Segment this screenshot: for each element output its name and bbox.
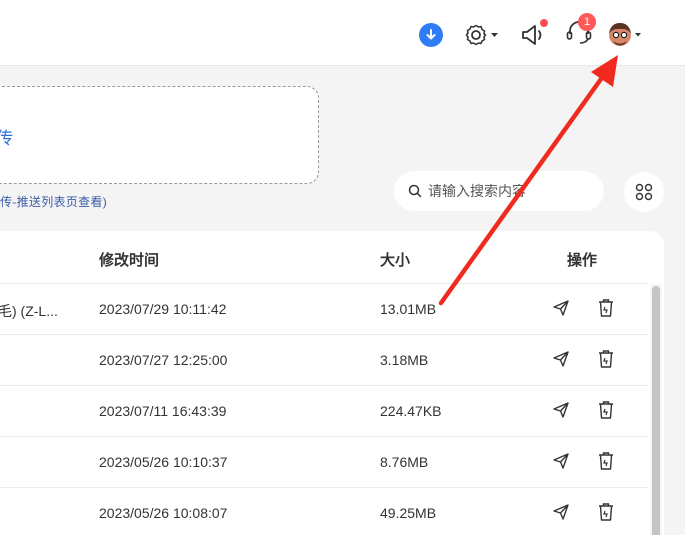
top-bar — [0, 0, 685, 66]
column-header-size[interactable]: 大小 — [380, 249, 410, 270]
modified-time: 2023/05/26 10:08:07 — [99, 505, 228, 521]
send-icon[interactable] — [550, 399, 572, 421]
download-icon[interactable] — [419, 23, 443, 47]
file-size: 3.18MB — [380, 352, 429, 368]
modified-time: 2023/07/29 10:11:42 — [99, 301, 227, 317]
column-header-actions: 操作 — [567, 252, 598, 269]
table-row[interactable]: 毛) (Z-L... 2023/07/29 10:11:42 13.01MB — [0, 284, 648, 335]
gear-icon — [465, 24, 498, 46]
avatar — [609, 23, 631, 46]
file-size: 224.47KB — [380, 403, 442, 419]
upload-dropzone[interactable] — [0, 86, 319, 184]
file-name[interactable]: 毛) (Z-L... — [0, 301, 58, 321]
grid-icon — [635, 183, 653, 201]
chevron-down-icon — [491, 33, 498, 37]
file-size: 8.76MB — [380, 454, 429, 470]
send-icon[interactable] — [550, 450, 572, 472]
grid-view-button[interactable] — [624, 172, 664, 212]
modified-time: 2023/07/11 16:43:39 — [99, 403, 227, 419]
scrollbar-thumb[interactable] — [652, 286, 660, 535]
file-size: 13.01MB — [380, 301, 437, 317]
delete-icon[interactable] — [595, 501, 617, 523]
file-size: 49.25MB — [380, 505, 437, 521]
search-input[interactable] — [428, 183, 598, 199]
upload-label[interactable]: 传 — [0, 124, 13, 149]
delete-icon[interactable] — [595, 348, 617, 370]
modified-time: 2023/07/27 12:25:00 — [99, 352, 228, 368]
send-icon[interactable] — [550, 348, 572, 370]
delete-icon[interactable] — [595, 297, 617, 319]
delete-icon[interactable] — [595, 450, 617, 472]
table-row[interactable]: 2023/07/11 16:43:39 224.47KB — [0, 386, 648, 437]
upload-hint: 传-推送列表页查看) — [0, 195, 107, 209]
search-icon — [408, 184, 422, 198]
notice-dot — [540, 19, 548, 27]
avatar-dropdown[interactable] — [606, 20, 646, 50]
table-row[interactable]: 2023/07/27 12:25:00 3.18MB — [0, 335, 648, 386]
chevron-down-icon — [635, 33, 641, 37]
settings-dropdown[interactable] — [464, 22, 500, 48]
table-row[interactable]: 2023/05/26 10:10:37 8.76MB — [0, 437, 648, 488]
search-box[interactable] — [394, 171, 604, 211]
table-row[interactable]: 2023/05/26 10:08:07 49.25MB — [0, 488, 648, 535]
support-badge: 1 — [578, 13, 596, 31]
column-header-modified[interactable]: 修改时间 — [99, 249, 159, 270]
send-icon[interactable] — [550, 501, 572, 523]
modified-time: 2023/05/26 10:10:37 — [99, 454, 228, 470]
delete-icon[interactable] — [595, 399, 617, 421]
send-icon[interactable] — [550, 297, 572, 319]
